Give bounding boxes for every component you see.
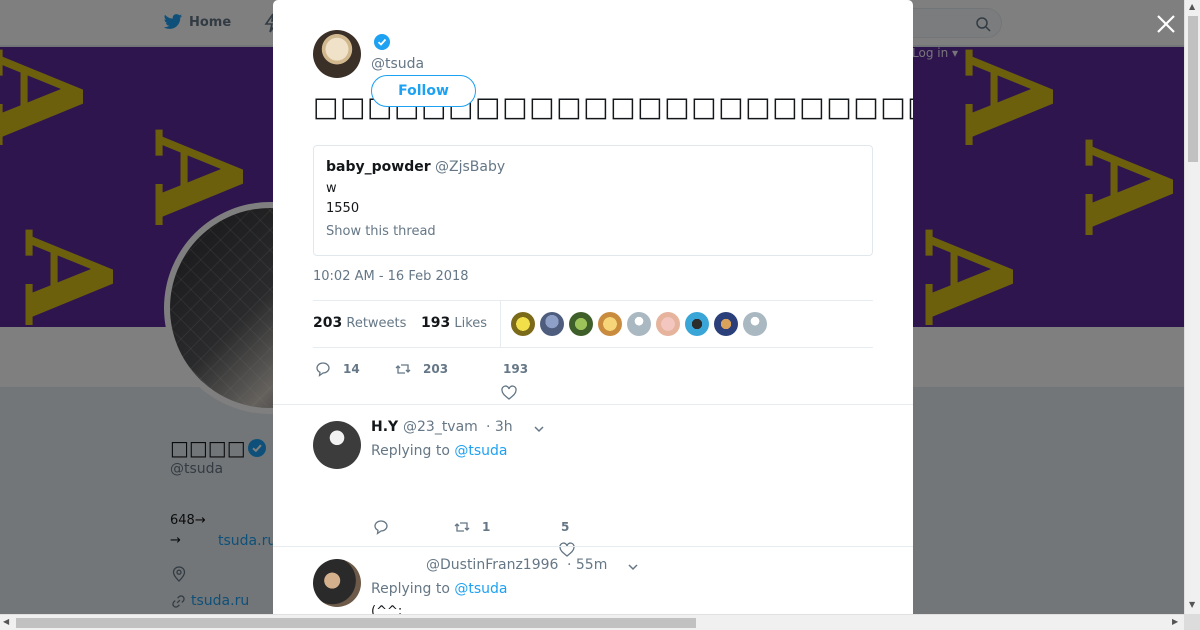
tweet-stats: 203 Retweets 193 Likes	[313, 300, 873, 348]
reply-icon	[316, 362, 330, 377]
reply-action[interactable]	[373, 519, 389, 535]
replying-prefix: Replying to	[371, 581, 450, 597]
retweets-count: 203	[313, 315, 343, 331]
scroll-left-icon[interactable]: ◀	[3, 617, 9, 626]
reply-tweet[interactable]: @DustinFranz1996 · 55m Replying to @tsud…	[273, 546, 913, 614]
reply-author-handle[interactable]: @23_tvam	[403, 419, 478, 435]
liker-avatar[interactable]	[511, 312, 535, 336]
chevron-down-icon[interactable]	[627, 561, 639, 573]
quoted-author-handle: @ZjsBaby	[435, 159, 506, 175]
replying-to: Replying to @tsuda	[371, 443, 508, 459]
scroll-down-icon[interactable]: ▼	[1189, 600, 1195, 609]
stats-divider	[500, 301, 501, 348]
liker-avatar[interactable]	[627, 312, 651, 336]
reply-time[interactable]: · 3h	[486, 419, 513, 435]
close-icon[interactable]	[1154, 12, 1178, 36]
reply-count: 14	[343, 362, 360, 376]
retweet-count: 1	[482, 520, 491, 534]
replying-prefix: Replying to	[371, 443, 450, 459]
like-count-action[interactable]: 5	[561, 520, 569, 534]
reply-time[interactable]: · 55m	[567, 557, 607, 573]
like-count: 193	[503, 362, 529, 376]
liker-avatar[interactable]	[540, 312, 564, 336]
tweet-author-avatar[interactable]	[313, 30, 361, 78]
like-count: 5	[561, 520, 570, 534]
tweet-modal: @tsuda □□□□□□□□□□□□□□□□□□□□□□□□□□□□□□□□ …	[273, 0, 913, 614]
scroll-up-icon[interactable]: ▲	[1189, 2, 1195, 11]
scroll-right-icon[interactable]: ▶	[1172, 617, 1178, 626]
scrollbar-corner	[1184, 614, 1200, 630]
reply-author-avatar[interactable]	[313, 421, 361, 469]
retweets-stat[interactable]: 203 Retweets	[313, 315, 406, 331]
quoted-author-name: baby_powder	[326, 159, 431, 175]
liker-avatar[interactable]	[656, 312, 680, 336]
reply-action[interactable]: 14	[315, 361, 360, 377]
retweet-icon	[454, 522, 470, 532]
scrollbar-thumb[interactable]	[1188, 16, 1198, 162]
tweet-actions: 14 203 193	[313, 358, 873, 404]
reply-icon	[374, 520, 388, 535]
liker-avatar[interactable]	[685, 312, 709, 336]
replying-to: Replying to @tsuda	[371, 581, 508, 597]
retweet-icon	[395, 364, 411, 374]
quoted-text-line: w	[326, 181, 337, 196]
retweets-label: Retweets	[346, 316, 407, 331]
likes-count: 193	[421, 315, 451, 331]
likers-avatars	[511, 312, 767, 336]
liker-avatar[interactable]	[743, 312, 767, 336]
follow-button[interactable]: Follow	[371, 75, 476, 107]
retweet-action[interactable]: 203	[395, 361, 448, 377]
horizontal-scrollbar[interactable]: ◀ ▶	[0, 614, 1184, 630]
scrollbar-thumb[interactable]	[16, 618, 696, 628]
quoted-tweet[interactable]: baby_powder @ZjsBaby w 1550 Show this th…	[313, 145, 873, 256]
retweet-action[interactable]: 1	[454, 519, 490, 535]
liker-avatar[interactable]	[569, 312, 593, 336]
heart-icon[interactable]	[501, 385, 517, 401]
liker-avatar[interactable]	[598, 312, 622, 336]
reply-author-handle[interactable]: @DustinFranz1996	[426, 557, 558, 573]
reply-text: (^^;	[371, 604, 403, 614]
retweet-count: 203	[423, 362, 449, 376]
like-count-action[interactable]: 193	[503, 362, 528, 376]
tweet-author-handle[interactable]: @tsuda	[371, 56, 424, 72]
reply-author-name[interactable]: H.Y	[371, 419, 398, 435]
vertical-scrollbar[interactable]: ▲ ▼	[1184, 0, 1200, 614]
replying-to-handle[interactable]: @tsuda	[454, 443, 507, 459]
likes-stat[interactable]: 193 Likes	[421, 315, 487, 331]
tweet-timestamp[interactable]: 10:02 AM - 16 Feb 2018	[313, 269, 469, 284]
reply-tweet[interactable]: H.Y @23_tvam · 3h Replying to @tsuda 1 5	[273, 404, 913, 557]
chevron-down-icon[interactable]	[533, 423, 545, 435]
show-thread-link[interactable]: Show this thread	[326, 224, 436, 239]
likes-label: Likes	[454, 316, 488, 331]
reply-author-avatar[interactable]	[313, 559, 361, 607]
verified-badge-icon	[374, 34, 390, 50]
liker-avatar[interactable]	[714, 312, 738, 336]
replying-to-handle[interactable]: @tsuda	[454, 581, 507, 597]
quoted-text-line: 1550	[326, 201, 360, 216]
